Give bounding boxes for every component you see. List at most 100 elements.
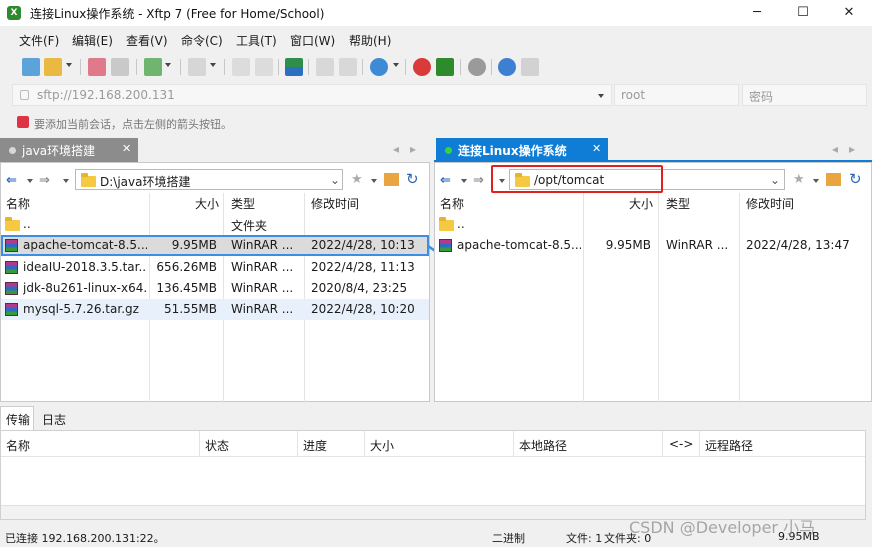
address-input[interactable]: sftp://192.168.200.131 — [37, 88, 175, 102]
document-icon[interactable] — [255, 58, 273, 76]
file-row-parent[interactable]: .. 文件夹 — [1, 214, 429, 235]
local-path-text: D:\java环境搭建 — [100, 175, 191, 189]
column-size[interactable]: 大小 — [629, 195, 653, 212]
forward-arrow-icon[interactable]: ⇒ — [473, 173, 484, 188]
menu-command[interactable]: 命令(C) — [181, 32, 223, 49]
menu-view[interactable]: 查看(V) — [126, 32, 168, 49]
column-progress[interactable]: 进度 — [303, 437, 327, 454]
chevron-down-icon[interactable]: ⌄ — [770, 173, 780, 187]
new-folder-icon[interactable] — [144, 58, 162, 76]
column-divider — [297, 431, 298, 457]
address-bar[interactable]: sftp://192.168.200.131 — [12, 84, 612, 106]
tab-local[interactable]: java环境搭建 ✕ — [0, 138, 138, 162]
file-row[interactable]: jdk-8u261-linux-x64... 136.45MB WinRAR .… — [1, 278, 429, 299]
status-dot-icon — [445, 147, 452, 154]
star-icon[interactable]: ★ — [351, 172, 363, 187]
toolbar-divider — [80, 59, 81, 75]
username-field[interactable]: root — [614, 84, 739, 106]
star-icon[interactable]: ★ — [793, 172, 805, 187]
local-path-input[interactable]: D:\java环境搭建 ⌄ — [75, 169, 343, 190]
chevron-right-icon[interactable]: ▸ — [410, 142, 416, 156]
bookmark-arrow-icon[interactable] — [17, 116, 29, 128]
disconnect-icon[interactable] — [111, 58, 129, 76]
menu-tools[interactable]: 工具(T) — [236, 32, 277, 49]
column-type[interactable]: 类型 — [666, 195, 690, 212]
paste-icon[interactable] — [339, 58, 357, 76]
help-icon[interactable] — [498, 58, 516, 76]
chat-icon[interactable] — [521, 58, 539, 76]
menu-window[interactable]: 窗口(W) — [290, 32, 335, 49]
chevron-right-icon[interactable]: ▸ — [849, 142, 855, 156]
column-modified[interactable]: 修改时间 — [746, 195, 794, 212]
tab-log[interactable]: 日志 — [42, 411, 66, 428]
column-type[interactable]: 类型 — [231, 195, 255, 212]
chevron-down-icon[interactable]: ⌄ — [330, 173, 340, 187]
new-session-icon[interactable] — [22, 58, 40, 76]
column-size[interactable]: 大小 — [370, 437, 394, 454]
xshell-icon[interactable] — [413, 58, 431, 76]
menu-file[interactable]: 文件(F) — [19, 32, 59, 49]
column-modified[interactable]: 修改时间 — [311, 195, 359, 212]
column-local-path[interactable]: 本地路径 — [519, 437, 567, 454]
remote-column-header: 名称 大小 类型 修改时间 — [435, 193, 871, 213]
globe-icon[interactable] — [370, 58, 388, 76]
minimize-button[interactable]: ─ — [734, 0, 780, 26]
close-icon[interactable]: ✕ — [122, 142, 131, 155]
file-row-parent[interactable]: .. — [435, 214, 871, 235]
column-status[interactable]: 状态 — [205, 437, 229, 454]
file-row[interactable]: apache-tomcat-8.5.... 9.95MB WinRAR ... … — [435, 235, 871, 256]
file-type: WinRAR ... — [231, 238, 294, 252]
chevron-left-icon[interactable]: ◂ — [832, 142, 838, 156]
file-row[interactable]: ideaIU-2018.3.5.tar.... 656.26MB WinRAR … — [1, 257, 429, 278]
file-row-selected[interactable]: apache-tomcat-8.5.... 9.95MB WinRAR ... … — [1, 235, 429, 256]
chevron-down-icon[interactable] — [210, 63, 216, 67]
file-modified: 2020/8/4, 23:25 — [311, 281, 408, 295]
menu-edit[interactable]: 编辑(E) — [72, 32, 113, 49]
back-arrow-icon[interactable]: ⇐ — [440, 173, 451, 188]
open-folder-icon[interactable] — [44, 58, 62, 76]
xftp-icon[interactable] — [436, 58, 454, 76]
properties-icon[interactable] — [232, 58, 250, 76]
chevron-down-icon[interactable] — [598, 94, 604, 98]
chevron-down-icon[interactable] — [165, 63, 171, 67]
column-name[interactable]: 名称 — [6, 195, 30, 212]
tab-remote[interactable]: 连接Linux操作系统 ✕ — [436, 138, 608, 162]
home-folder-icon[interactable] — [826, 173, 841, 186]
back-arrow-icon[interactable]: ⇐ — [6, 173, 17, 188]
connect-icon[interactable] — [88, 58, 106, 76]
column-name[interactable]: 名称 — [440, 195, 464, 212]
refresh-icon[interactable]: ↻ — [849, 170, 862, 188]
chevron-down-icon[interactable] — [461, 179, 467, 183]
file-name: mysql-5.7.26.tar.gz — [23, 302, 139, 316]
password-field[interactable]: 密码 — [742, 84, 867, 106]
sync-icon[interactable] — [285, 58, 303, 76]
refresh-icon[interactable]: ↻ — [406, 170, 419, 188]
maximize-button[interactable]: ☐ — [780, 0, 826, 26]
window-title: 连接Linux操作系统 - Xftp 7 (Free for Home/Scho… — [30, 7, 325, 21]
home-folder-icon[interactable] — [384, 173, 399, 186]
chevron-down-icon[interactable] — [371, 179, 377, 183]
column-size[interactable]: 大小 — [195, 195, 219, 212]
file-row[interactable]: mysql-5.7.26.tar.gz 51.55MB WinRAR ... 2… — [1, 299, 429, 320]
menu-help[interactable]: 帮助(H) — [349, 32, 391, 49]
chevron-down-icon[interactable] — [813, 179, 819, 183]
forward-arrow-icon[interactable]: ⇒ — [39, 173, 50, 188]
column-name[interactable]: 名称 — [6, 437, 30, 454]
copy-icon[interactable] — [316, 58, 334, 76]
file-size: 9.95MB — [171, 238, 217, 252]
gear-icon[interactable] — [468, 58, 486, 76]
folder-icon — [5, 217, 20, 231]
column-remote-path[interactable]: 远程路径 — [705, 437, 753, 454]
column-direction[interactable]: <-> — [669, 437, 693, 451]
chevron-down-icon[interactable] — [393, 63, 399, 67]
chevron-down-icon[interactable] — [66, 63, 72, 67]
file-size: 656.26MB — [156, 260, 217, 274]
close-icon[interactable]: ✕ — [592, 142, 601, 155]
close-button[interactable]: ✕ — [826, 0, 872, 26]
tab-transfers[interactable]: 传输 — [0, 406, 34, 430]
chevron-down-icon[interactable] — [27, 179, 33, 183]
chevron-down-icon[interactable] — [63, 179, 69, 183]
layout-icon[interactable] — [188, 58, 206, 76]
chevron-left-icon[interactable]: ◂ — [393, 142, 399, 156]
transfer-panel: 名称 状态 进度 大小 本地路径 <-> 远程路径 — [0, 430, 866, 520]
